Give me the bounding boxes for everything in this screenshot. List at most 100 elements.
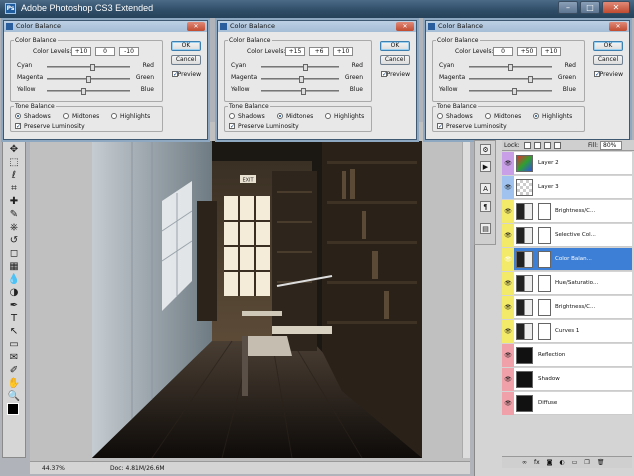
visibility-eye-icon[interactable]: 👁 [502,344,514,367]
dodge-tool[interactable]: ◑ [6,286,22,300]
color-slider-track[interactable] [261,88,339,95]
lasso-tool[interactable]: ℓ [6,169,22,183]
adjustment-icon[interactable]: ◐ [560,457,565,468]
layer-row[interactable]: 👁 Brightness/C... [502,296,632,319]
pen-tool[interactable]: ✒ [6,299,22,313]
visibility-eye-icon[interactable]: 👁 [502,176,514,199]
cancel-button[interactable]: Cancel [380,55,410,65]
layer-row[interactable]: 👁 Color Balan... [502,248,632,271]
paragraph-icon[interactable]: ¶ [480,201,491,212]
trash-icon[interactable]: 🗑 [597,457,605,468]
folder-icon[interactable]: ▭ [572,457,578,468]
slider-thumb[interactable] [90,64,95,71]
ok-button[interactable]: OK [171,41,201,51]
vertical-scrollbar[interactable] [462,141,470,458]
new-layer-icon[interactable]: ❐ [584,457,589,468]
visibility-eye-icon[interactable]: 👁 [502,200,514,223]
zoom-level[interactable]: 44.37% [42,465,65,472]
color-slider-track[interactable] [47,76,130,83]
eraser-tool[interactable]: ◻ [6,247,22,261]
color-slider-track[interactable] [47,64,130,71]
visibility-eye-icon[interactable]: 👁 [502,272,514,295]
slider-thumb[interactable] [512,88,517,95]
brush-tool[interactable]: ✎ [6,208,22,222]
color-slider-track[interactable] [469,76,552,83]
shape-tool[interactable]: ▭ [6,338,22,352]
layer-row[interactable]: 👁 Shadow [502,368,632,391]
layer-row[interactable]: 👁 Layer 2 [502,152,632,175]
color-level-input[interactable]: -10 [119,47,139,56]
ok-button[interactable]: OK [380,41,410,51]
preserve-luminosity-checkbox[interactable]: ✓ [437,123,443,130]
visibility-eye-icon[interactable]: 👁 [502,392,514,415]
tone-radio[interactable] [533,113,539,119]
visibility-eye-icon[interactable]: 👁 [502,296,514,319]
dialog-close-button[interactable]: ✕ [396,22,414,31]
color-level-input[interactable]: +10 [71,47,91,56]
ok-button[interactable]: OK [593,41,623,51]
dialog-close-button[interactable]: ✕ [187,22,205,31]
color-level-input[interactable]: 0 [493,47,513,56]
maximize-button[interactable]: □ [580,1,600,14]
tone-radio[interactable] [325,113,331,119]
gradient-tool[interactable]: ▦ [6,260,22,274]
visibility-eye-icon[interactable]: 👁 [502,248,514,271]
slider-thumb[interactable] [81,88,86,95]
lock-all-icon[interactable] [554,142,561,149]
color-slider-track[interactable] [469,64,552,71]
layer-row[interactable]: 👁 Hue/Saturatio... [502,272,632,295]
tone-radio[interactable] [277,113,283,119]
dialog-close-button[interactable]: ✕ [609,22,627,31]
tone-radio[interactable] [111,113,117,119]
visibility-eye-icon[interactable]: 👁 [502,368,514,391]
stamp-tool[interactable]: ⎈ [6,221,22,235]
history-icon[interactable]: ⚙ [480,144,491,155]
tone-radio[interactable] [485,113,491,119]
close-button[interactable]: ✕ [602,1,630,14]
type-tool[interactable]: T [6,312,22,326]
cancel-button[interactable]: Cancel [593,55,623,65]
layer-row[interactable]: 👁 Selective Col... [502,224,632,247]
slider-thumb[interactable] [301,88,306,95]
path-select-tool[interactable]: ↖ [6,325,22,339]
color-slider-track[interactable] [469,88,552,95]
preserve-luminosity-checkbox[interactable]: ✓ [229,123,235,130]
fill-input[interactable]: 80% [600,141,622,150]
zoom-tool[interactable]: 🔍 [6,390,22,404]
slider-thumb[interactable] [508,64,513,71]
notes-tool[interactable]: ✉ [6,351,22,365]
tone-radio[interactable] [229,113,235,119]
color-level-input[interactable]: +6 [309,47,329,56]
color-slider-track[interactable] [261,76,339,83]
preserve-luminosity-checkbox[interactable]: ✓ [15,123,21,130]
tone-radio[interactable] [63,113,69,119]
slider-thumb[interactable] [528,76,533,83]
foreground-color-swatch[interactable] [7,403,19,415]
color-slider-track[interactable] [261,64,339,71]
actions-icon[interactable]: ▶ [480,161,491,172]
layer-row[interactable]: 👁 Layer 3 [502,176,632,199]
fx-icon[interactable]: fx [534,457,540,468]
cancel-button[interactable]: Cancel [171,55,201,65]
link-icon[interactable]: ∞ [522,457,527,468]
tone-radio[interactable] [15,113,21,119]
blur-tool[interactable]: 💧 [6,273,22,287]
visibility-eye-icon[interactable]: 👁 [502,152,514,175]
image-canvas[interactable]: EXIT [92,141,422,458]
color-level-input[interactable]: 0 [95,47,115,56]
heal-tool[interactable]: ✚ [6,195,22,209]
visibility-eye-icon[interactable]: 👁 [502,320,514,343]
minimize-button[interactable]: – [558,1,578,14]
lock-transparent-icon[interactable] [524,142,531,149]
slider-thumb[interactable] [86,76,91,83]
visibility-eye-icon[interactable]: 👁 [502,224,514,247]
color-level-input[interactable]: +10 [333,47,353,56]
hand-tool[interactable]: ✋ [6,377,22,391]
history-brush-tool[interactable]: ↺ [6,234,22,248]
color-level-input[interactable]: +50 [517,47,537,56]
layer-row[interactable]: 👁 Reflection [502,344,632,367]
character-icon[interactable]: A [480,183,491,194]
layer-row[interactable]: 👁 Diffuse [502,392,632,415]
color-level-input[interactable]: +10 [541,47,561,56]
lock-position-icon[interactable] [544,142,551,149]
